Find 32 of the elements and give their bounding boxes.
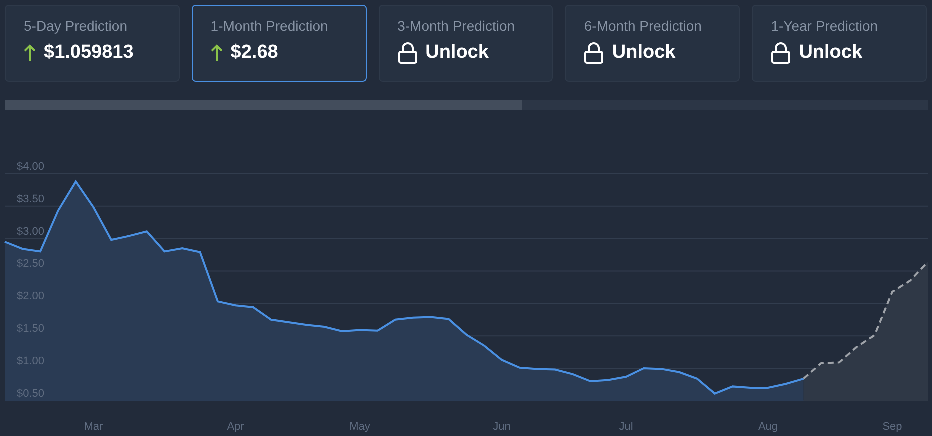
lock-icon — [771, 42, 792, 64]
axis-label: Apr — [227, 421, 244, 433]
axis-label: Mar — [84, 421, 104, 433]
arrow-up-icon — [210, 44, 223, 62]
card-label: 5-Day Prediction — [24, 18, 128, 34]
axis-label: Jun — [493, 421, 511, 433]
axis-label: May — [350, 421, 370, 433]
axis-label: Aug — [758, 421, 778, 433]
card-label: 6-Month Prediction — [584, 18, 703, 34]
card-label: 3-Month Prediction — [398, 18, 516, 34]
arrow-up-icon — [24, 44, 36, 62]
unlock-link[interactable]: Unlock — [426, 42, 489, 64]
lock-icon — [398, 42, 418, 64]
card-label: 1-Year Prediction — [771, 18, 880, 34]
axis-label: $3.50 — [17, 193, 45, 206]
scrollbar[interactable] — [5, 100, 928, 110]
prediction-card[interactable]: 1-Year Prediction Unlock — [752, 5, 927, 82]
prediction-card[interactable]: 5-Day Prediction $1.059813 — [5, 5, 180, 82]
card-value: $1.059813 — [44, 42, 134, 64]
axis-label: Jul — [619, 421, 634, 433]
axis-label: Sep — [882, 421, 902, 433]
scrollbar-thumb[interactable] — [5, 100, 522, 110]
prediction-card[interactable]: 1-Month Prediction $2.68 — [192, 5, 367, 82]
card-label: 1-Month Prediction — [210, 18, 330, 34]
prediction-card[interactable]: 3-Month Prediction Unlock — [378, 5, 554, 82]
unlock-link[interactable]: Unlock — [612, 42, 676, 64]
axis-label: $3.00 — [17, 226, 45, 238]
axis-label: $4.00 — [17, 160, 45, 173]
lock-icon — [584, 42, 604, 64]
card-value: $2.68 — [230, 42, 278, 64]
prediction-card[interactable]: 6-Month Prediction Unlock — [565, 5, 740, 82]
unlock-link[interactable]: Unlock — [799, 42, 863, 64]
